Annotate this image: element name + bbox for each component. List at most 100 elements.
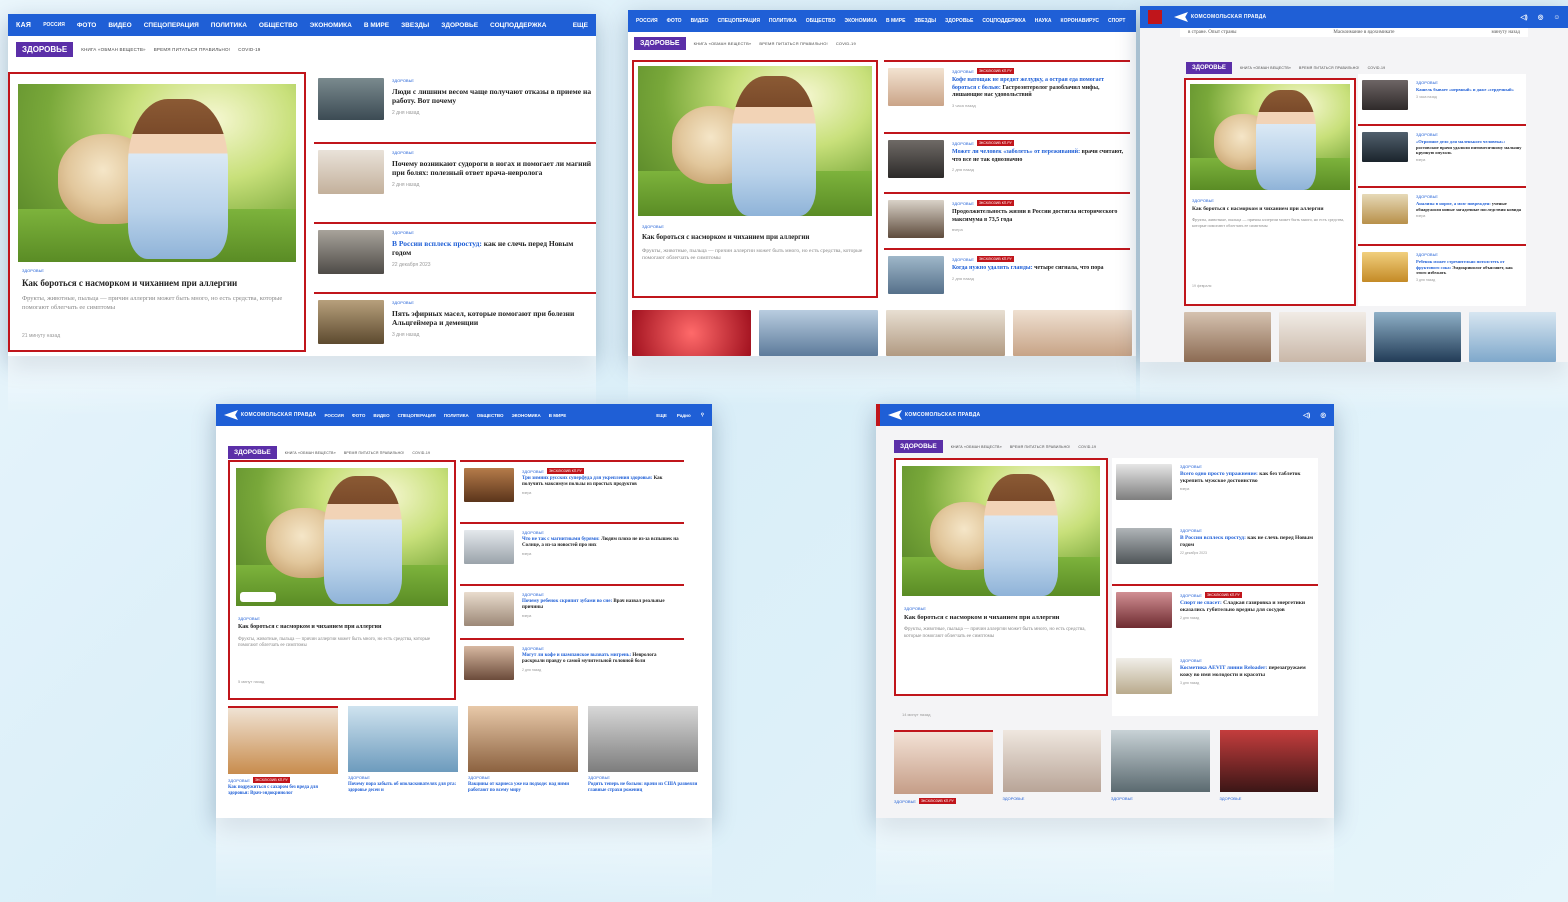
item-label[interactable]: ЗДОРОВЬЕ	[522, 646, 680, 651]
item-title[interactable]: Кашель бывает «нервный» и даже «сердечны…	[1416, 87, 1522, 93]
item-label[interactable]: ЗДОРОВЬЕ	[1180, 464, 1314, 469]
item-title[interactable]: Анализы в норме, а мозг поврежден: учены…	[1416, 201, 1522, 212]
item-label[interactable]: ЗДОРОВЬЕ	[1180, 528, 1314, 533]
rubric-tag[interactable]: КНИГА «ОБМАН ВЕЩЕСТВ»	[951, 445, 1002, 449]
item-thumb[interactable]	[464, 530, 514, 564]
list-item[interactable]: ЗДОРОВЬЕ Что не так с магнитными бурями:…	[460, 522, 684, 584]
item-title-highlight[interactable]: Всего одно просто упражнение:	[1180, 471, 1258, 477]
list-item[interactable]: ЗДОРОВЬЕ Пять эфирных масел, которые пом…	[314, 292, 596, 354]
item-thumb[interactable]	[1116, 528, 1172, 564]
list-item[interactable]: ЗДОРОВЬЕ ЭКСКЛЮЗИВ КП.РУ Когда нужно удал…	[884, 248, 1130, 300]
user-icon[interactable]: ☺	[1553, 14, 1560, 21]
card-thumb[interactable]	[1111, 730, 1210, 792]
item-label[interactable]: ЗДОРОВЬЕ	[392, 78, 592, 83]
image-toolbar[interactable]	[240, 592, 276, 602]
nav-item[interactable]: ВИДЕО	[108, 22, 131, 29]
site-logo[interactable]: КОМСОМОЛЬСКАЯ ПРАВДА	[1174, 12, 1266, 22]
list-item[interactable]: ЗДОРОВЬЕ «Огромное дело для маленького ч…	[1358, 124, 1526, 186]
item-thumb[interactable]	[888, 256, 944, 294]
item-title[interactable]: Почему ребенок скрипит зубами во сне: Вр…	[522, 599, 680, 612]
item-label[interactable]: ЗДОРОВЬЕ	[1180, 593, 1202, 598]
item-title-highlight[interactable]: Что не так с магнитными бурями:	[522, 537, 600, 542]
item-title[interactable]: Ребенок может стремительно потолстеть от…	[1416, 259, 1522, 276]
card-title[interactable]: Вакцины от кариеса уже на подходе: над н…	[468, 782, 578, 794]
list-item[interactable]: ЗДОРОВЬЕ Всего одно просто упражнение: к…	[1112, 458, 1318, 522]
item-thumb[interactable]	[318, 150, 384, 194]
nav-item[interactable]: В МИРЕ	[549, 413, 567, 418]
speaker-icon[interactable]: ◁)	[1303, 411, 1310, 419]
item-label[interactable]: ЗДОРОВЬЕ	[1416, 252, 1522, 257]
list-item[interactable]: ЗДОРОВЬЕ Могут ли кофе и шампанское вызв…	[460, 638, 684, 696]
item-thumb[interactable]	[464, 592, 514, 626]
card-thumb[interactable]	[1219, 730, 1318, 792]
rubric-tag[interactable]: КНИГА «ОБМАН ВЕЩЕСТВ»	[694, 41, 752, 46]
hero-photo[interactable]	[236, 468, 448, 606]
hero-label[interactable]: ЗДОРОВЬЕ	[1192, 198, 1348, 203]
card-title[interactable]: Родить теперь не больно: врачи из США ра…	[588, 782, 698, 794]
nav-item[interactable]: СПЕЦОПЕРАЦИЯ	[398, 413, 436, 418]
hero-title[interactable]: Как бороться с насморком и чиханием при …	[1192, 206, 1348, 213]
card-title[interactable]: Как подружиться с сахаром без вреда для …	[228, 785, 338, 797]
item-title[interactable]: Люди с лишним весом чаще получают отказы…	[392, 87, 592, 106]
card[interactable]: ЗДОРОВЬЕ	[1111, 730, 1210, 818]
card-thumb[interactable]	[1279, 312, 1366, 362]
list-item[interactable]: ЗДОРОВЬЕ В России всплеск простуд: как н…	[1112, 522, 1318, 584]
card-thumb[interactable]	[1469, 312, 1556, 362]
card-thumb[interactable]	[1002, 730, 1101, 792]
nav-item[interactable]: ВИДЕО	[373, 413, 389, 418]
card-thumb[interactable]	[759, 310, 878, 356]
rubric-tag[interactable]: COVID-19	[1078, 445, 1096, 449]
list-item[interactable]: ЗДОРОВЬЕ Люди с лишним весом чаще получа…	[314, 72, 596, 142]
nav-item[interactable]: СОЦПОДДЕРЖКА	[982, 18, 1025, 24]
item-label[interactable]: ЗДОРОВЬЕ	[952, 257, 974, 262]
list-item[interactable]: ЗДОРОВЬЕ Кашель бывает «нервный» и даже …	[1358, 74, 1526, 124]
item-title-highlight[interactable]: В России всплеск простуд:	[1180, 535, 1246, 541]
card[interactable]: ЗДОРОВЬЕ	[1002, 730, 1101, 818]
nav-item[interactable]: ФОТО	[77, 22, 96, 29]
region-select[interactable]: РОССИЯ	[324, 413, 343, 418]
item-label[interactable]: ЗДОРОВЬЕ	[1180, 658, 1314, 663]
card-thumb[interactable]	[468, 706, 578, 772]
nav-item[interactable]: ЭКОНОМИКА	[310, 22, 352, 29]
more-menu[interactable]: ЕЩЕ	[573, 22, 588, 29]
hero-title[interactable]: Как бороться с насморком и чиханием при …	[642, 233, 868, 242]
site-logo[interactable]: КОМСОМОЛЬСКАЯ ПРАВДА	[888, 410, 980, 420]
item-label[interactable]: ЗДОРОВЬЕ	[522, 530, 680, 535]
item-title[interactable]: Могут ли кофе и шампанское вызвать мигре…	[522, 653, 680, 666]
rubric-tag[interactable]: COVID-19	[238, 47, 260, 52]
hero-label[interactable]: ЗДОРОВЬЕ	[642, 224, 868, 229]
hero-photo[interactable]	[638, 66, 872, 216]
item-thumb[interactable]	[464, 468, 514, 502]
item-title[interactable]: Три зимних русских суперфуда для укрепле…	[522, 476, 680, 489]
item-label[interactable]: ЗДОРОВЬЕ	[392, 230, 592, 235]
list-item[interactable]: ЗДОРОВЬЕ ЭКСКЛЮЗИВ КП.РУ Может ли человек…	[884, 132, 1130, 192]
nav-item[interactable]: ОБЩЕСТВО	[806, 18, 836, 24]
hero-article[interactable]: ЗДОРОВЬЕ Как бороться с насморком и чиха…	[894, 458, 1108, 696]
nav-item[interactable]: В МИРЕ	[886, 18, 905, 24]
list-item[interactable]: ЗДОРОВЬЕ ЭКСКЛЮЗИВ КП.РУ Продолжительност…	[884, 192, 1130, 248]
item-label[interactable]: ЗДОРОВЬЕ	[1416, 194, 1522, 199]
rubric-tag[interactable]: КНИГА «ОБМАН ВЕЩЕСТВ»	[1240, 66, 1291, 70]
item-thumb[interactable]	[888, 200, 944, 238]
nav-item[interactable]: КОРОНАВИРУС	[1061, 18, 1100, 24]
item-title-highlight[interactable]: В России всплеск простуд:	[392, 239, 482, 248]
item-label[interactable]: ЗДОРОВЬЕ	[952, 141, 974, 146]
nav-item[interactable]: ЗДОРОВЬЕ	[945, 18, 973, 24]
rubric-tag[interactable]: COVID-19	[412, 451, 430, 455]
hero-article[interactable]: ЗДОРОВЬЕ Как бороться с насморком и чиха…	[1184, 78, 1356, 306]
card[interactable]: ЗДОРОВЬЕ Родить теперь не больно: врачи …	[588, 706, 698, 818]
hero-title[interactable]: Как бороться с насморком и чиханием при …	[904, 614, 1098, 622]
site-logo[interactable]: КАЯ	[16, 22, 31, 29]
item-title[interactable]: Почему возникают судороги в ногах и помо…	[392, 159, 592, 178]
card-label[interactable]: ЗДОРОВЬЕ	[228, 778, 250, 783]
item-title-highlight[interactable]: Анализы в норме, а мозг поврежден:	[1416, 201, 1491, 206]
item-title-highlight[interactable]: «Огромное дело для маленького человека»:	[1416, 139, 1505, 144]
item-thumb[interactable]	[1362, 194, 1408, 224]
nav-item[interactable]: СОЦПОДДЕРЖКА	[490, 22, 546, 29]
nav-item[interactable]: ЗВЕЗДЫ	[401, 22, 429, 29]
card-title[interactable]: Почему пора забыть об ополаскивателях дл…	[348, 782, 458, 794]
radio-link[interactable]: Радио	[677, 413, 691, 418]
location-icon[interactable]: ◎	[1538, 13, 1544, 21]
card-label[interactable]: ЗДОРОВЬЕ	[1220, 796, 1319, 801]
list-item[interactable]: ЗДОРОВЬЕ Ребенок может стремительно пото…	[1358, 244, 1526, 306]
